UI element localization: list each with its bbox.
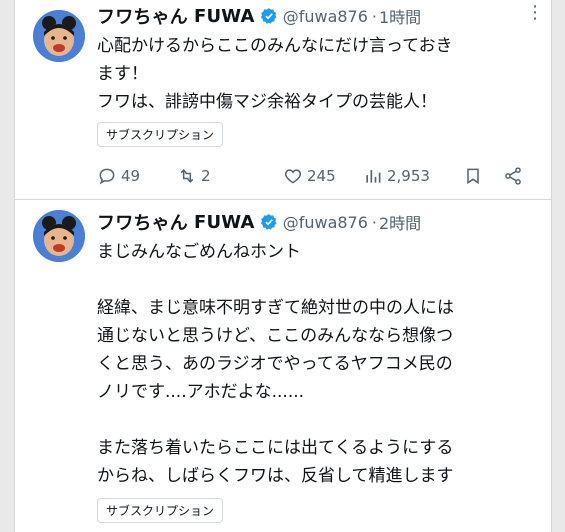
reply-button[interactable]: 49 bbox=[97, 166, 177, 186]
tweet-header: フワちゃん FUWA @fuwa876 · 1時間 bbox=[97, 2, 542, 30]
more-options-icon[interactable]: ⋮ bbox=[526, 2, 544, 23]
tweet-actions: 49 2 245 2,953 bbox=[97, 162, 542, 190]
tweet[interactable]: フワちゃん FUWA @fuwa876 · 2時間 まじみんなごめんねホント 経… bbox=[15, 200, 551, 532]
separator: · bbox=[371, 6, 377, 26]
tweet-text: 心配かけるからここのみんなにだけ言っておき ます！ フワは、誹謗中傷マジ余裕タイ… bbox=[97, 36, 453, 112]
bookmark-icon bbox=[467, 168, 479, 185]
subscription-badge[interactable]: サブスクリプション bbox=[97, 498, 224, 523]
like-count: 245 bbox=[307, 167, 336, 185]
tweet[interactable]: フワちゃん FUWA @fuwa876 · 1時間 ⋮ 心配かけるからここのみん… bbox=[15, 0, 551, 199]
separator: · bbox=[371, 212, 377, 232]
retweet-count: 2 bbox=[201, 167, 211, 185]
avatar[interactable] bbox=[33, 10, 85, 62]
views-button[interactable]: 2,953 bbox=[363, 166, 463, 186]
timeline: フワちゃん FUWA @fuwa876 · 1時間 ⋮ 心配かけるからここのみん… bbox=[14, 0, 552, 532]
display-name-latin[interactable]: FUWA bbox=[194, 212, 255, 233]
share-icon bbox=[505, 167, 521, 185]
like-icon bbox=[284, 169, 302, 184]
verified-badge-icon bbox=[260, 213, 278, 231]
bookmark-button[interactable] bbox=[463, 166, 503, 186]
avatar[interactable] bbox=[33, 210, 85, 262]
display-name[interactable]: フワちゃん bbox=[97, 209, 188, 235]
handle[interactable]: @fuwa876 bbox=[283, 7, 368, 26]
subscription-badge[interactable]: サブスクリプション bbox=[97, 122, 224, 147]
timestamp[interactable]: 2時間 bbox=[379, 210, 421, 234]
share-button[interactable] bbox=[503, 166, 527, 186]
verified-badge-icon bbox=[260, 7, 278, 25]
reply-icon bbox=[99, 168, 115, 185]
tweet-header: フワちゃん FUWA @fuwa876 · 2時間 bbox=[97, 208, 542, 236]
handle[interactable]: @fuwa876 bbox=[283, 213, 368, 232]
reply-count: 49 bbox=[121, 167, 141, 185]
views-icon bbox=[366, 170, 381, 183]
retweet-icon bbox=[180, 169, 194, 183]
retweet-button[interactable]: 2 bbox=[177, 166, 283, 186]
display-name-latin[interactable]: FUWA bbox=[194, 6, 255, 27]
timestamp[interactable]: 1時間 bbox=[379, 4, 421, 28]
tweet-text: まじみんなごめんねホント 経緯、まじ意味不明すぎて絶対世の中の人には 通じないと… bbox=[97, 242, 454, 486]
display-name[interactable]: フワちゃん bbox=[97, 3, 188, 29]
views-count: 2,953 bbox=[387, 167, 430, 185]
like-button[interactable]: 245 bbox=[283, 166, 363, 186]
